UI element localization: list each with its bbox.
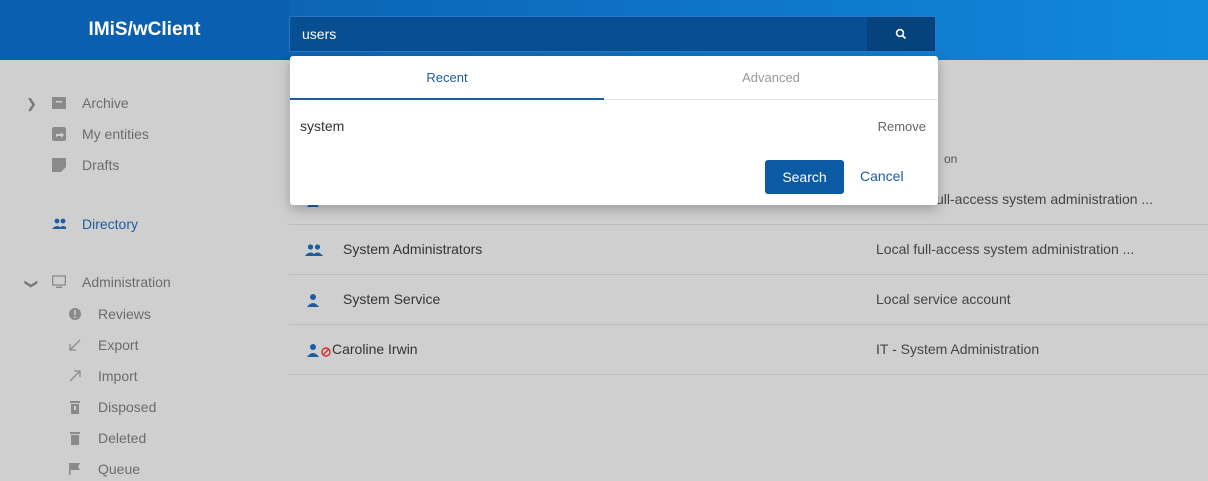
sidebar-item-label: Directory (82, 216, 139, 232)
sidebar-item-directory[interactable]: Directory (52, 216, 138, 232)
sidebar-item-label: Administration (82, 274, 171, 290)
search-submit-button[interactable]: Search (765, 160, 844, 194)
user-icon (305, 293, 321, 310)
arrow-up-right-icon (68, 369, 82, 383)
table-row[interactable]: System Service Local service account (289, 275, 1208, 325)
row-name: Caroline Irwin (332, 341, 418, 357)
table-row[interactable]: System Administrators Local full-access … (289, 225, 1208, 275)
tab-recent[interactable]: Recent (290, 56, 604, 100)
cancel-button[interactable]: Cancel (860, 168, 904, 184)
sidebar-item-export[interactable]: Export (68, 337, 138, 353)
archive-icon (52, 96, 66, 110)
sidebar-item-deleted[interactable]: Deleted (68, 430, 146, 446)
delete-icon (68, 431, 82, 445)
sidebar: ❯ Archive My entities Drafts Directory ❯… (0, 60, 289, 481)
remove-recent-button[interactable]: Remove (878, 119, 926, 134)
sidebar-item-label: Import (98, 368, 138, 384)
sidebar-item-label: Archive (82, 95, 129, 111)
sidebar-item-queue[interactable]: Queue (68, 461, 140, 477)
people-icon (52, 217, 66, 231)
sidebar-item-administration[interactable]: Administration (52, 274, 171, 290)
chevron-down-icon[interactable]: ❯ (23, 279, 39, 290)
row-description: Local service account (876, 291, 1011, 307)
sidebar-item-import[interactable]: Import (68, 368, 138, 384)
search-button[interactable] (867, 17, 935, 51)
sidebar-item-drafts[interactable]: Drafts (52, 157, 119, 173)
disabled-user-icon (305, 343, 335, 360)
sidebar-item-reviews[interactable]: Reviews (68, 306, 151, 322)
sidebar-item-my-entities[interactable]: My entities (52, 126, 149, 142)
trash-icon (68, 400, 82, 414)
search-input-value[interactable]: users (302, 26, 336, 42)
sidebar-item-label: Drafts (82, 157, 120, 173)
top-bar: IMiS/wClient users (0, 0, 1208, 60)
column-header-description: on (944, 152, 958, 166)
sidebar-item-label: Disposed (98, 399, 157, 415)
sidebar-item-archive[interactable]: Archive (52, 95, 129, 111)
sidebar-item-label: Deleted (98, 430, 147, 446)
chevron-right-icon[interactable]: ❯ (26, 96, 37, 112)
info-icon (68, 307, 82, 321)
arrow-down-left-icon (68, 338, 82, 352)
row-description: ull-access system administration ... (936, 191, 1154, 207)
flag-icon (68, 462, 82, 476)
sidebar-item-disposed[interactable]: Disposed (68, 399, 156, 415)
row-name: System Administrators (343, 241, 483, 257)
share-icon (52, 127, 66, 141)
draft-icon (52, 158, 66, 172)
sidebar-item-label: Export (98, 337, 139, 353)
table-row[interactable]: Caroline Irwin IT - System Administratio… (289, 325, 1208, 375)
sidebar-item-label: Queue (98, 461, 141, 477)
app-title[interactable]: IMiS/wClient (0, 0, 289, 60)
sidebar-item-label: Reviews (98, 306, 151, 322)
tab-advanced[interactable]: Advanced (604, 56, 938, 100)
search-icon (895, 28, 907, 40)
group-icon (305, 243, 323, 260)
row-description: Local full-access system administration … (876, 241, 1135, 257)
search-input[interactable]: users (289, 16, 936, 52)
recent-search-item[interactable]: system (300, 118, 344, 134)
search-dropdown: Recent Advanced system Remove Search Can… (290, 56, 938, 205)
row-name: System Service (343, 291, 441, 307)
monitor-icon (52, 275, 66, 289)
sidebar-item-label: My entities (82, 126, 149, 142)
row-description: IT - System Administration (876, 341, 1040, 357)
